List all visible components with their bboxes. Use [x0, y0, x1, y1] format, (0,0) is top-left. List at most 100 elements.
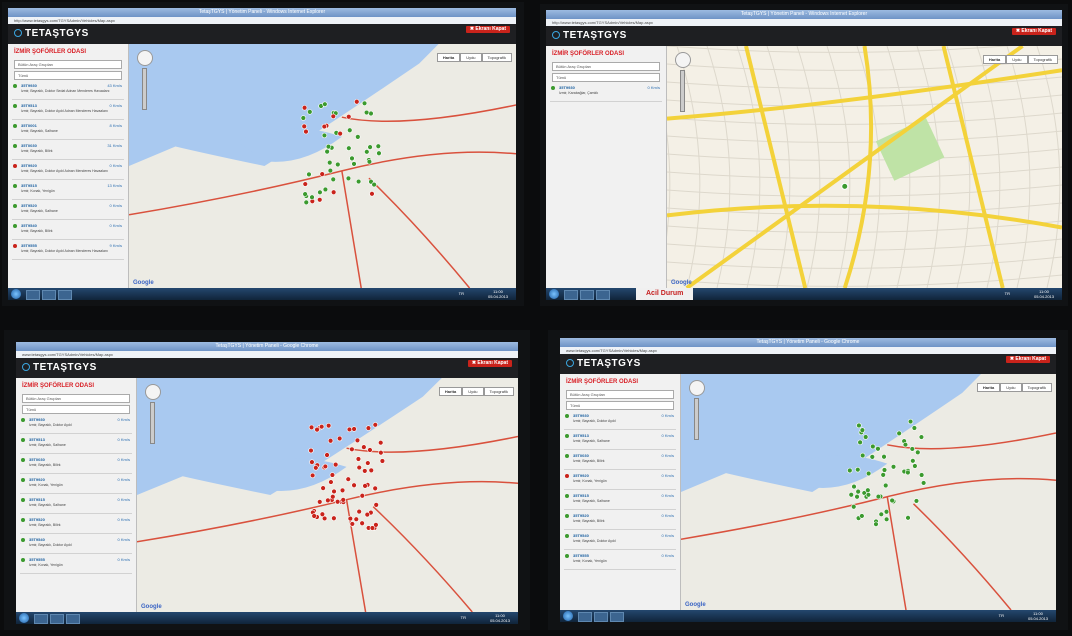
vehicle-list-item[interactable]: 35T0030 0 Km/s İzmir, Bayraklı, Bilirk	[20, 456, 132, 474]
vehicle-marker	[362, 483, 368, 489]
group-select[interactable]: Bütün Araç Grupları	[552, 62, 660, 71]
group-select[interactable]: Tümü	[14, 71, 122, 80]
taskbar-app-icon[interactable]	[610, 612, 624, 622]
vehicle-marker	[330, 113, 336, 120]
vehicle-list-item[interactable]: 35T9515 13 Km/s İzmir, Konak, Yenigün	[12, 182, 124, 200]
close-screen-button[interactable]: ✖ Ekranı Kapat	[1011, 28, 1056, 35]
taskbar-app-icon[interactable]	[594, 612, 608, 622]
vehicle-marker	[378, 449, 384, 456]
map-type-0[interactable]: Harita	[976, 383, 1001, 392]
zoom-slider[interactable]	[680, 70, 685, 112]
status-dot-icon	[565, 554, 569, 558]
vehicle-list-item[interactable]: 35T9555 0 Km/s İzmir, Konak, Yenigün	[564, 552, 676, 570]
emergency-button[interactable]: Acil Durum	[636, 288, 694, 300]
map-type-2[interactable]: Topografik	[1027, 55, 1058, 64]
close-screen-button[interactable]: ✖ Ekranı Kapat	[1005, 356, 1050, 363]
vehicle-list-item[interactable]: 35T9513 0 Km/s İzmir, Bayraklı, Salhane	[564, 432, 676, 450]
taskbar-app-icon[interactable]	[578, 612, 592, 622]
vehicle-list-item[interactable]: 35T9555 9 Km/s İzmir, Bayraklı, Doktor Ayd…	[12, 242, 124, 260]
map-type-0[interactable]: Harita	[438, 387, 463, 396]
vehicle-list-item[interactable]: 35T9540 0 Km/s İzmir, Bayraklı, Bilirk	[12, 222, 124, 240]
pan-control-icon[interactable]	[675, 52, 691, 68]
vehicle-marker	[859, 427, 866, 433]
map-type-1[interactable]: Uydu	[1006, 55, 1028, 64]
system-clock: 11:00 05.04.2013	[1028, 611, 1048, 621]
taskbar-app-icon[interactable]	[596, 290, 610, 300]
taskbar-app-icon[interactable]	[58, 290, 72, 300]
language-indicator[interactable]: TR	[459, 291, 464, 296]
start-button-icon[interactable]	[11, 289, 21, 299]
status-dot-icon	[21, 438, 25, 442]
vehicle-list-item[interactable]: 35T9515 0 Km/s İzmir, Bayraklı, Salhane	[564, 492, 676, 510]
vehicle-list-item[interactable]: 35T9540 0 Km/s İzmir, Bayraklı, Doktor Ayd…	[20, 536, 132, 554]
vehicle-list-item[interactable]: 35T9920 0 Km/s İzmir, Konak, Yenigün	[564, 472, 676, 490]
vehicle-list-item[interactable]: 35T9930 0 Km/s İzmir, Karabağlar, Çamlık	[550, 84, 662, 102]
taskbar-app-icon[interactable]	[66, 614, 80, 624]
group-select[interactable]: Tümü	[566, 401, 674, 410]
map-type-1[interactable]: Uydu	[460, 53, 482, 62]
google-logo: Google	[671, 280, 692, 286]
map-canvas[interactable]: Harita Uydu Topografik Google	[681, 374, 1056, 610]
vehicle-list-item[interactable]: 35T9920 0 Km/s İzmir, Konak, Yenigün	[20, 476, 132, 494]
vehicle-marker	[855, 488, 861, 495]
map-type-0[interactable]: Harita	[982, 55, 1007, 64]
language-indicator[interactable]: TR	[461, 615, 466, 620]
start-button-icon[interactable]	[563, 611, 573, 621]
vehicle-marker	[373, 502, 379, 508]
language-indicator[interactable]: TR	[1005, 291, 1010, 296]
taskbar-app-icon[interactable]	[564, 290, 578, 300]
vehicle-list-item[interactable]: 35T9540 0 Km/s İzmir, Bayraklı, Doktor Ayd…	[564, 532, 676, 550]
language-indicator[interactable]: TR	[999, 613, 1004, 618]
vehicle-list-item[interactable]: 35T9515 0 Km/s İzmir, Bayraklı, Salhane	[20, 496, 132, 514]
vehicle-list-item[interactable]: 35T9520 0 Km/s İzmir, Bayraklı, Bilirk	[564, 512, 676, 530]
start-button-icon[interactable]	[19, 613, 29, 623]
taskbar-app-icon[interactable]	[26, 290, 40, 300]
map-type-2[interactable]: Topografik	[1021, 383, 1052, 392]
vehicle-marker	[918, 434, 925, 440]
vehicle-list-item[interactable]: 35T9520 0 Km/s İzmir, Bayraklı, Salhane	[12, 202, 124, 220]
taskbar-app-icon[interactable]	[34, 614, 48, 624]
vehicle-marker	[346, 145, 352, 151]
taskbar-app-icon[interactable]	[50, 614, 64, 624]
map-type-1[interactable]: Uydu	[1000, 383, 1022, 392]
vehicle-speed: 0 Km/s	[661, 513, 674, 518]
zoom-slider[interactable]	[150, 402, 155, 444]
vehicle-marker	[364, 511, 370, 518]
map-canvas[interactable]: Harita Uydu Topografik Google	[137, 378, 518, 612]
vehicle-list-item[interactable]: 35T9930 43 Km/s İzmir, Bayraklı, Doktor Se…	[12, 82, 124, 100]
vehicle-list-item[interactable]: 35T9930 0 Km/s İzmir, Bayraklı, Doktor Ayd…	[564, 412, 676, 430]
vehicle-list-item[interactable]: 35T0001 8 Km/s İzmir, Bayraklı, Salhane	[12, 122, 124, 140]
group-select[interactable]: Bütün Araç Grupları	[14, 60, 122, 69]
map-type-2[interactable]: Topografik	[483, 387, 514, 396]
pan-control-icon[interactable]	[689, 380, 705, 396]
taskbar-app-icon[interactable]	[580, 290, 594, 300]
start-button-icon[interactable]	[549, 289, 559, 299]
status-dot-icon	[21, 498, 25, 502]
pan-control-icon[interactable]	[137, 50, 153, 66]
vehicle-list-item[interactable]: 35T9930 0 Km/s İzmir, Bayraklı, Doktor Ayd…	[20, 416, 132, 434]
taskbar-app-icon[interactable]	[42, 290, 56, 300]
zoom-slider[interactable]	[694, 398, 699, 440]
close-screen-button[interactable]: ✖ Ekranı Kapat	[465, 26, 510, 33]
map-type-2[interactable]: Topografik	[481, 53, 512, 62]
vehicle-marker	[379, 458, 386, 464]
zoom-slider[interactable]	[142, 68, 147, 110]
map-canvas[interactable]: Harita Uydu Topografik Google	[129, 44, 516, 288]
group-select[interactable]: Tümü	[22, 405, 130, 414]
vehicle-list-item[interactable]: 35T0030 31 Km/s İzmir, Bayraklı, Bilirk	[12, 142, 124, 160]
close-screen-button[interactable]: ✖ Ekranı Kapat	[467, 360, 512, 367]
group-select[interactable]: Bütün Araç Grupları	[566, 390, 674, 399]
pan-control-icon[interactable]	[145, 384, 161, 400]
vehicle-list-item[interactable]: 35T9520 0 Km/s İzmir, Bayraklı, Bilirk	[20, 516, 132, 534]
map-type-1[interactable]: Uydu	[462, 387, 484, 396]
group-select[interactable]: Bütün Araç Grupları	[22, 394, 130, 403]
vehicle-list-item[interactable]: 35T9513 0 Km/s İzmir, Bayraklı, Salhane	[20, 436, 132, 454]
vehicle-speed: 13 Km/s	[107, 183, 122, 188]
vehicle-list-item[interactable]: 35T9920 0 Km/s İzmir, Bayraklı, Doktor Ayd…	[12, 162, 124, 180]
vehicle-list-item[interactable]: 35T0030 0 Km/s İzmir, Bayraklı, Bilirk	[564, 452, 676, 470]
vehicle-list-item[interactable]: 35T9513 0 Km/s İzmir, Bayraklı, Doktor Ayd…	[12, 102, 124, 120]
map-canvas[interactable]: Harita Uydu Topografik Google	[667, 46, 1062, 288]
group-select[interactable]: Tümü	[552, 73, 660, 82]
map-type-0[interactable]: Harita	[436, 53, 461, 62]
vehicle-list-item[interactable]: 35T9555 0 Km/s İzmir, Konak, Yenigün	[20, 556, 132, 574]
